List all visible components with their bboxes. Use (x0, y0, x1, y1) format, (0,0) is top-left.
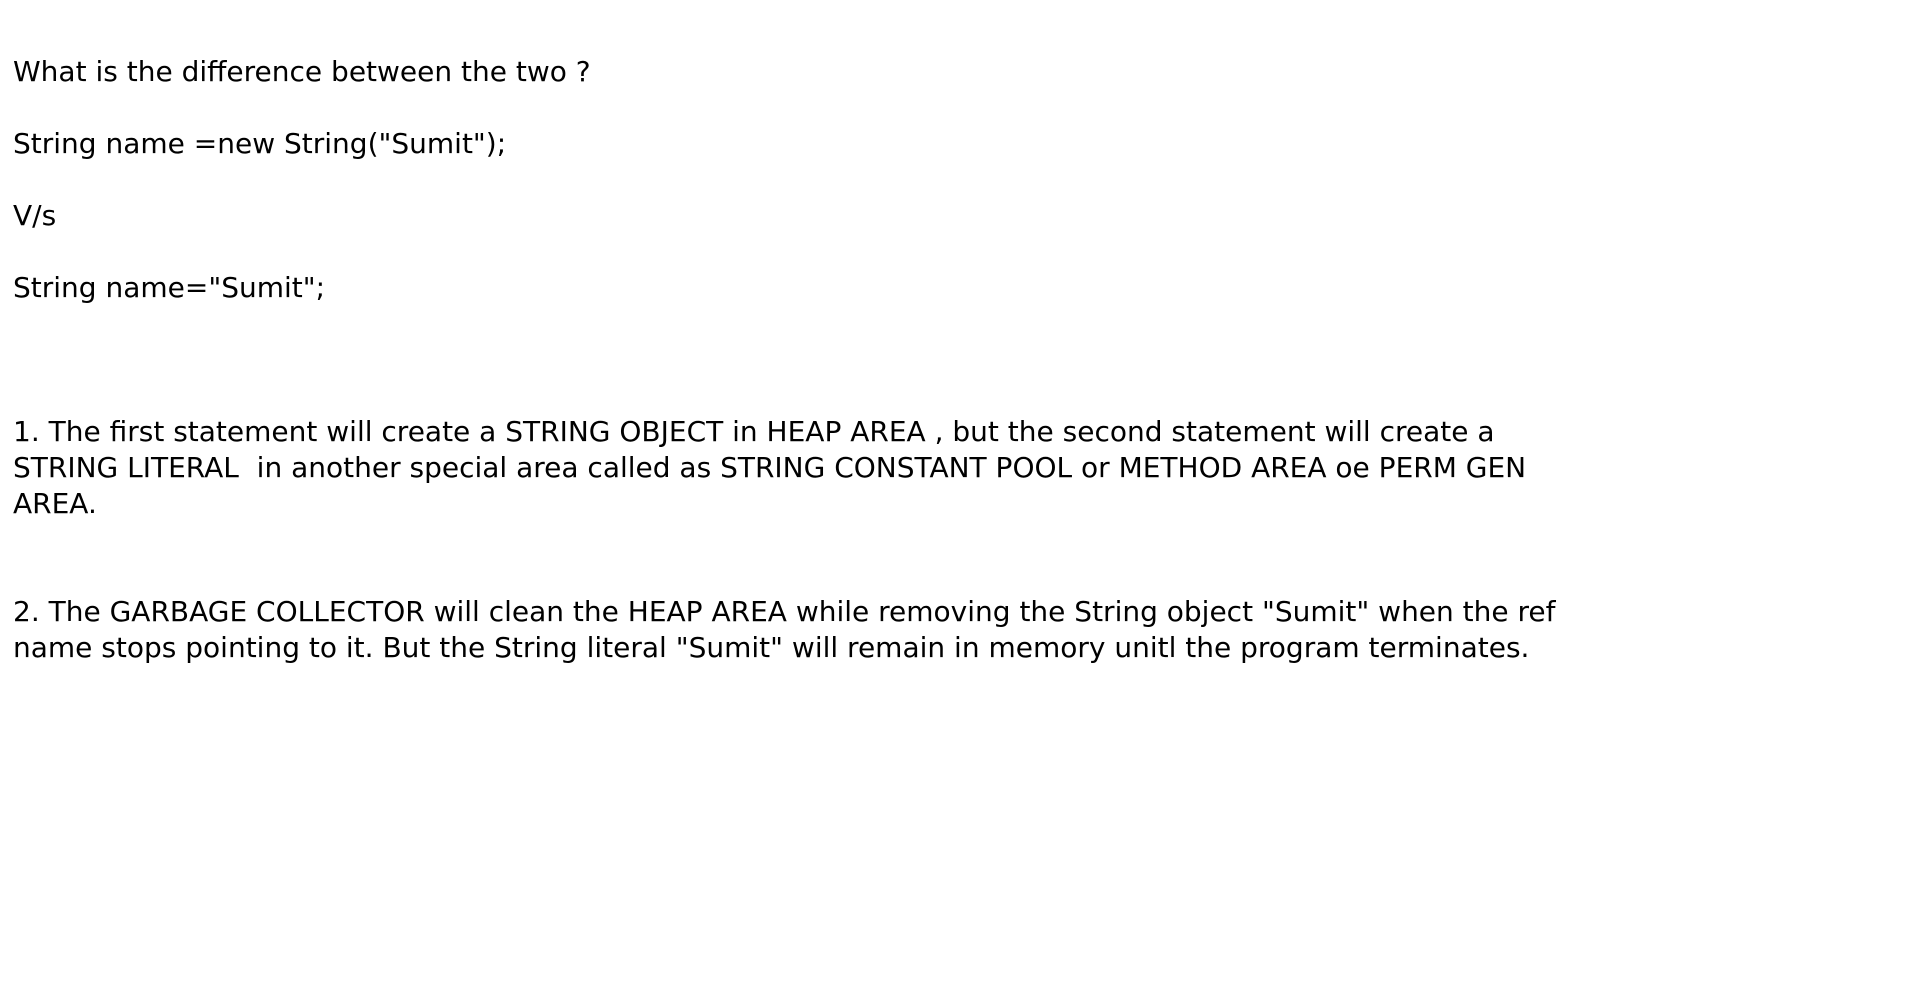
question-text: What is the difference between the two ? (13, 55, 591, 88)
point-2-line-2: name stops pointing to it. But the Strin… (13, 631, 1530, 664)
code-statement-second: String name="Sumit"; (13, 271, 326, 304)
document-body: What is the difference between the two ?… (13, 54, 1773, 666)
point-1-line-2: STRING LITERAL in another special area c… (13, 451, 1527, 484)
point-1-line-3: AREA. (13, 487, 97, 520)
point-2-line-1: 2. The GARBAGE COLLECTOR will clean the … (13, 595, 1556, 628)
explanation-point-1: 1. The first statement will create a STR… (13, 414, 1773, 522)
versus-text: V/s (13, 199, 57, 232)
point-1-line-1: 1. The first statement will create a STR… (13, 415, 1495, 448)
explanation-point-2: 2. The GARBAGE COLLECTOR will clean the … (13, 594, 1773, 666)
code-statement-first: String name =new String("Sumit"); (13, 127, 507, 160)
